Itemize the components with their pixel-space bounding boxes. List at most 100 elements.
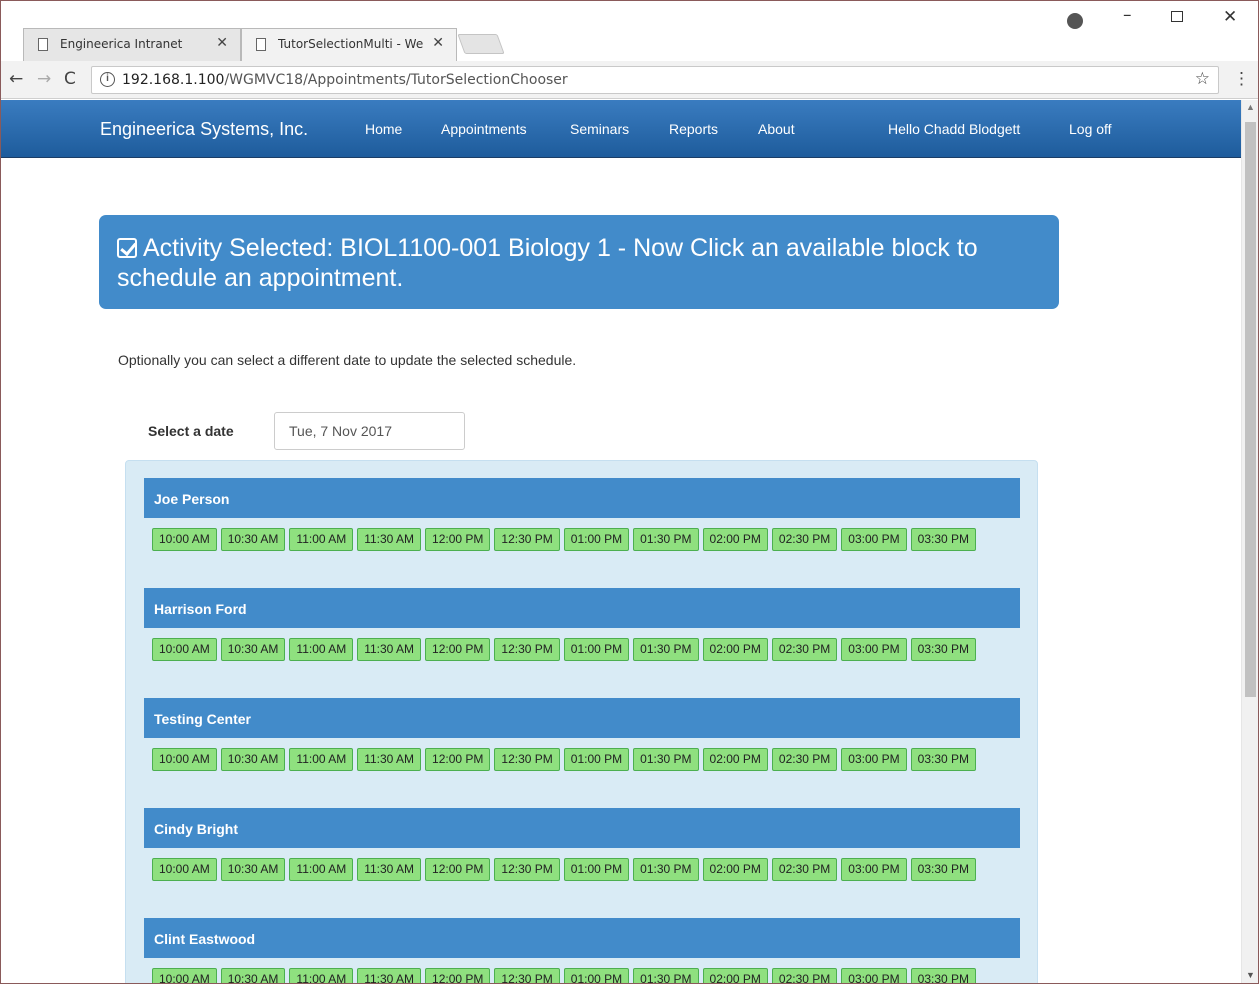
time-slot-button[interactable]: 03:30 PM — [910, 748, 977, 771]
maximize-icon[interactable] — [1171, 11, 1183, 22]
tab-engineerica-intranet[interactable]: Engineerica Intranet ✕ — [23, 28, 241, 61]
date-hint-text: Optionally you can select a different da… — [118, 352, 577, 368]
scroll-thumb[interactable] — [1245, 122, 1256, 697]
time-slot-button[interactable]: 02:00 PM — [702, 968, 768, 983]
time-slot-button[interactable]: 03:00 PM — [841, 638, 907, 661]
minimize-icon[interactable]: – — [1123, 5, 1132, 25]
time-slot-button[interactable]: 11:00 AM — [289, 748, 354, 771]
nav-appointments[interactable]: Appointments — [441, 121, 527, 137]
activity-selected-alert: Activity Selected: BIOL1100-001 Biology … — [99, 215, 1059, 309]
time-slot-button[interactable]: 12:00 PM — [425, 858, 491, 881]
time-slot-button[interactable]: 03:30 PM — [910, 638, 977, 661]
nav-reports[interactable]: Reports — [669, 121, 718, 137]
time-slot-button[interactable]: 10:30 AM — [220, 748, 286, 771]
page-scrollbar[interactable]: ▲ ▼ — [1241, 100, 1258, 983]
time-slot-button[interactable]: 01:00 PM — [563, 858, 630, 881]
url-text: 192.168.1.100/WGMVC18/Appointments/Tutor… — [122, 72, 568, 88]
tutor-block: Clint Eastwood 10:00 AM 10:30 AM 11:00 AM 11… — [144, 918, 1020, 983]
time-slot-button[interactable]: 10:00 AM — [152, 528, 217, 551]
time-slot-button[interactable]: 11:30 AM — [357, 748, 422, 771]
time-slot-button[interactable]: 03:30 PM — [910, 858, 977, 881]
time-slot-button[interactable]: 11:30 AM — [357, 858, 422, 881]
tab-title: TutorSelectionMulti - We — [278, 37, 424, 51]
time-slot-button[interactable]: 11:30 AM — [357, 968, 422, 983]
time-slot-button[interactable]: 02:30 PM — [771, 528, 838, 551]
time-slot-button[interactable]: 12:30 PM — [494, 528, 560, 551]
scroll-up-icon[interactable]: ▲ — [1246, 102, 1255, 112]
time-slot-button[interactable]: 02:30 PM — [771, 638, 838, 661]
tutor-name: Testing Center — [144, 698, 1020, 738]
browser-window: Engineerica Intranet ✕ TutorSelectionMul… — [0, 0, 1259, 984]
time-slot-list: 10:00 AM 10:30 AM 11:00 AM 11:30 AM 12:00 PM… — [144, 958, 1020, 983]
time-slot-button[interactable]: 02:00 PM — [702, 528, 768, 551]
back-arrow-icon[interactable]: ← — [9, 69, 23, 89]
time-slot-button[interactable]: 10:00 AM — [152, 748, 217, 771]
tab-title: Engineerica Intranet — [60, 37, 183, 51]
time-slot-button[interactable]: 03:00 PM — [841, 528, 907, 551]
time-slot-button[interactable]: 10:30 AM — [220, 638, 286, 661]
address-bar[interactable]: i 192.168.1.100/WGMVC18/Appointments/Tut… — [91, 66, 1219, 94]
time-slot-button[interactable]: 11:00 AM — [289, 858, 354, 881]
time-slot-button[interactable]: 01:30 PM — [633, 858, 699, 881]
time-slot-button[interactable]: 10:30 AM — [220, 968, 286, 983]
time-slot-button[interactable]: 10:30 AM — [220, 858, 286, 881]
close-tab-icon[interactable]: ✕ — [432, 35, 444, 51]
time-slot-button[interactable]: 03:00 PM — [841, 748, 907, 771]
browser-menu-icon[interactable]: ⋮ — [1233, 69, 1250, 89]
time-slot-button[interactable]: 01:30 PM — [633, 968, 699, 983]
time-slot-button[interactable]: 11:30 AM — [357, 528, 422, 551]
time-slot-button[interactable]: 02:30 PM — [771, 968, 838, 983]
time-slot-button[interactable]: 12:00 PM — [425, 528, 491, 551]
close-tab-icon[interactable]: ✕ — [216, 35, 228, 51]
time-slot-button[interactable]: 03:30 PM — [910, 528, 977, 551]
nav-about[interactable]: About — [758, 121, 795, 137]
info-icon[interactable]: i — [100, 72, 115, 87]
nav-log-off[interactable]: Log off — [1069, 121, 1112, 137]
time-slot-button[interactable]: 03:00 PM — [841, 968, 907, 983]
time-slot-button[interactable]: 03:30 PM — [910, 968, 977, 983]
time-slot-button[interactable]: 02:00 PM — [702, 858, 768, 881]
time-slot-button[interactable]: 02:30 PM — [771, 748, 838, 771]
time-slot-button[interactable]: 10:00 AM — [152, 858, 217, 881]
scroll-down-icon[interactable]: ▼ — [1246, 970, 1255, 980]
time-slot-button[interactable]: 02:00 PM — [702, 748, 768, 771]
time-slot-button[interactable]: 10:00 AM — [152, 968, 217, 983]
time-slot-button[interactable]: 12:00 PM — [425, 968, 491, 983]
time-slot-button[interactable]: 02:00 PM — [702, 638, 768, 661]
time-slot-button[interactable]: 11:00 AM — [289, 528, 354, 551]
time-slot-button[interactable]: 11:00 AM — [289, 638, 354, 661]
time-slot-button[interactable]: 11:30 AM — [357, 638, 422, 661]
time-slot-button[interactable]: 11:00 AM — [289, 968, 354, 983]
time-slot-button[interactable]: 01:00 PM — [563, 528, 630, 551]
time-slot-button[interactable]: 12:00 PM — [425, 638, 491, 661]
time-slot-button[interactable]: 01:00 PM — [563, 638, 630, 661]
time-slot-button[interactable]: 12:30 PM — [494, 968, 560, 983]
tab-tutor-selection[interactable]: TutorSelectionMulti - We ✕ — [241, 28, 457, 61]
bookmark-star-icon[interactable]: ☆ — [1195, 69, 1210, 89]
time-slot-button[interactable]: 10:30 AM — [220, 528, 286, 551]
time-slot-button[interactable]: 12:00 PM — [425, 748, 491, 771]
forward-arrow-icon[interactable]: → — [37, 69, 51, 89]
time-slot-button[interactable]: 12:30 PM — [494, 858, 560, 881]
profile-icon[interactable] — [1067, 13, 1083, 29]
tutor-block: Harrison Ford 10:00 AM 10:30 AM 11:00 AM 11:… — [144, 588, 1020, 664]
reload-icon[interactable]: C — [64, 69, 76, 89]
time-slot-button[interactable]: 03:00 PM — [841, 858, 907, 881]
close-window-icon[interactable]: ✕ — [1223, 7, 1237, 27]
nav-seminars[interactable]: Seminars — [570, 121, 629, 137]
new-tab-button[interactable] — [457, 34, 505, 54]
time-slot-button[interactable]: 02:30 PM — [771, 858, 838, 881]
time-slot-button[interactable]: 01:30 PM — [633, 528, 699, 551]
time-slot-button[interactable]: 01:00 PM — [563, 968, 630, 983]
time-slot-button[interactable]: 01:30 PM — [633, 638, 699, 661]
date-input[interactable] — [274, 412, 465, 450]
site-brand[interactable]: Engineerica Systems, Inc. — [100, 119, 308, 140]
time-slot-button[interactable]: 01:30 PM — [633, 748, 699, 771]
nav-home[interactable]: Home — [365, 121, 402, 137]
date-label: Select a date — [148, 423, 234, 439]
time-slot-button[interactable]: 01:00 PM — [563, 748, 630, 771]
time-slot-button[interactable]: 10:00 AM — [152, 638, 217, 661]
time-slot-button[interactable]: 12:30 PM — [494, 748, 560, 771]
time-slot-button[interactable]: 12:30 PM — [494, 638, 560, 661]
user-greeting[interactable]: Hello Chadd Blodgett — [888, 121, 1020, 137]
